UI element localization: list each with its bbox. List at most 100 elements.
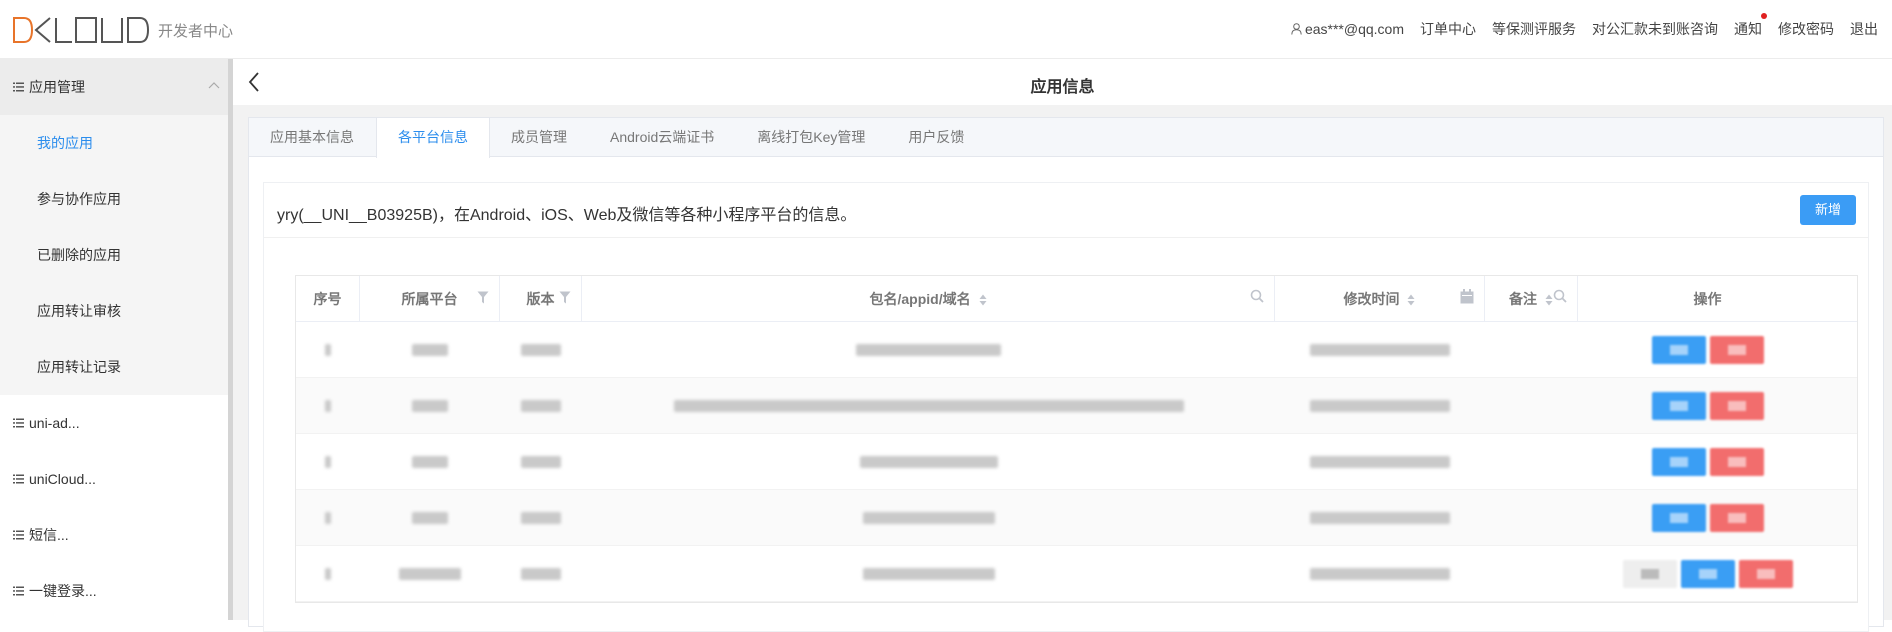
col-modified-label: 修改时间 [1343, 291, 1400, 307]
cell-modified [1275, 434, 1485, 490]
logout-link[interactable]: 退出 [1850, 19, 1878, 39]
sidebar-group-unicloud[interactable]: uniCloud... [0, 451, 228, 507]
cell-platform [360, 378, 500, 434]
brand-subtitle: 开发者中心 [158, 23, 234, 40]
delete-button[interactable] [1709, 336, 1764, 364]
delete-button[interactable] [1709, 448, 1764, 476]
list-icon [13, 586, 24, 596]
sidebar-group-label: uniCloud... [29, 471, 96, 487]
tab-android-cert[interactable]: Android云端证书 [589, 118, 736, 157]
orders-link[interactable]: 订单中心 [1420, 19, 1476, 39]
redacted-text [412, 400, 448, 412]
sidebar-item-deleted-apps[interactable]: 已删除的应用 [0, 227, 228, 283]
edit-button[interactable] [1680, 560, 1735, 588]
delete-button[interactable] [1709, 392, 1764, 420]
sidebar-item-transfer-review[interactable]: 应用转让审核 [0, 283, 228, 339]
tab-offline-key[interactable]: 离线打包Key管理 [736, 118, 887, 157]
user-icon [1291, 23, 1302, 35]
cell-index [296, 378, 360, 434]
cell-actions [1578, 434, 1837, 490]
sort-icon[interactable] [1407, 294, 1415, 306]
edit-button[interactable] [1651, 336, 1706, 364]
cell-remark [1485, 434, 1578, 490]
sidebar-group-label: 应用管理 [29, 79, 85, 95]
sidebar-item-transfer-records[interactable]: 应用转让记录 [0, 339, 228, 395]
platform-info-panel: yry(__UNI__B03925B)，在Android、iOS、Web及微信等… [263, 182, 1869, 632]
redacted-text [673, 400, 1184, 412]
redacted-text [521, 456, 561, 468]
search-icon[interactable] [1250, 289, 1264, 303]
notifications-link[interactable]: 通知 [1734, 13, 1767, 39]
platform-table: 序号 所属平台 版本 包名/appid/域名 修改时间 备注 操作 [295, 275, 1858, 603]
cell-modified [1275, 490, 1485, 546]
list-icon [13, 474, 24, 484]
sidebar-item-my-apps[interactable]: 我的应用 [0, 115, 228, 171]
panel-header: yry(__UNI__B03925B)，在Android、iOS、Web及微信等… [264, 183, 1868, 238]
redacted-text [1310, 400, 1450, 412]
sidebar-group-uni-ad[interactable]: uni-ad... [0, 395, 228, 451]
cell-version [500, 434, 582, 490]
calendar-icon[interactable] [1460, 289, 1474, 304]
edit-button[interactable] [1651, 504, 1706, 532]
cell-package [582, 490, 1275, 546]
view-button[interactable] [1622, 560, 1677, 588]
cell-actions [1578, 490, 1837, 546]
col-version: 版本 [500, 276, 582, 322]
cell-index [296, 490, 360, 546]
col-package: 包名/appid/域名 [582, 276, 1275, 322]
delete-button[interactable] [1709, 504, 1764, 532]
page-titlebar: 应用信息 [233, 59, 1892, 105]
delete-button[interactable] [1738, 560, 1793, 588]
cell-version [500, 322, 582, 378]
col-modified: 修改时间 [1275, 276, 1485, 322]
sidebar-group-app-management[interactable]: 应用管理 [0, 59, 228, 115]
sidebar-submenu: 我的应用 参与协作应用 已删除的应用 应用转让审核 应用转让记录 [0, 115, 228, 395]
edit-button[interactable] [1651, 392, 1706, 420]
tab-platform-info[interactable]: 各平台信息 [376, 118, 490, 158]
edit-button[interactable] [1651, 448, 1706, 476]
notifications-label: 通知 [1734, 21, 1762, 37]
tab-basic-info[interactable]: 应用基本信息 [249, 118, 376, 157]
redacted-text [521, 568, 561, 580]
col-package-label: 包名/appid/域名 [869, 291, 971, 307]
search-icon[interactable] [1553, 289, 1567, 303]
cell-modified [1275, 546, 1485, 602]
sidebar-item-collab-apps[interactable]: 参与协作应用 [0, 171, 228, 227]
security-eval-link[interactable]: 等保测评服务 [1492, 19, 1576, 39]
sidebar-group-label: uni-ad... [29, 415, 80, 431]
tab-members[interactable]: 成员管理 [490, 118, 589, 157]
cell-actions [1578, 378, 1837, 434]
col-remark-label: 备注 [1509, 291, 1538, 307]
col-index: 序号 [296, 276, 360, 322]
sort-icon[interactable] [1545, 294, 1553, 306]
redacted-text [859, 456, 998, 468]
cell-package [582, 546, 1275, 602]
sidebar-group-sms[interactable]: 短信... [0, 507, 228, 563]
tab-feedback[interactable]: 用户反馈 [887, 118, 986, 157]
cell-platform [360, 546, 500, 602]
cell-platform [360, 434, 500, 490]
sort-icon[interactable] [979, 294, 987, 306]
filter-icon[interactable] [559, 291, 571, 304]
cell-index [296, 434, 360, 490]
top-nav: eas***@qq.com 订单中心 等保测评服务 对公汇款未到账咨询 通知 修… [1275, 13, 1878, 39]
sidebar-group-one-click-login[interactable]: 一键登录... [0, 563, 228, 619]
cell-modified [1275, 378, 1485, 434]
filter-icon[interactable] [477, 291, 489, 304]
top-bar: 开发者中心 eas***@qq.com 订单中心 等保测评服务 对公汇款未到账咨… [0, 0, 1892, 59]
table-row [296, 378, 1857, 434]
dcloud-logo[interactable] [12, 16, 152, 44]
redacted-text [862, 512, 995, 524]
col-version-label: 版本 [526, 291, 555, 307]
payment-inquiry-link[interactable]: 对公汇款未到账咨询 [1592, 19, 1718, 39]
col-index-label: 序号 [313, 291, 342, 307]
cell-platform [360, 322, 500, 378]
redacted-text [325, 456, 331, 468]
list-icon [13, 82, 24, 92]
redacted-text [325, 400, 331, 412]
redacted-text [399, 568, 461, 580]
cell-package [582, 434, 1275, 490]
change-password-link[interactable]: 修改密码 [1778, 19, 1834, 39]
add-button[interactable]: 新增 [1800, 195, 1856, 225]
user-account-link[interactable]: eas***@qq.com [1291, 21, 1404, 37]
